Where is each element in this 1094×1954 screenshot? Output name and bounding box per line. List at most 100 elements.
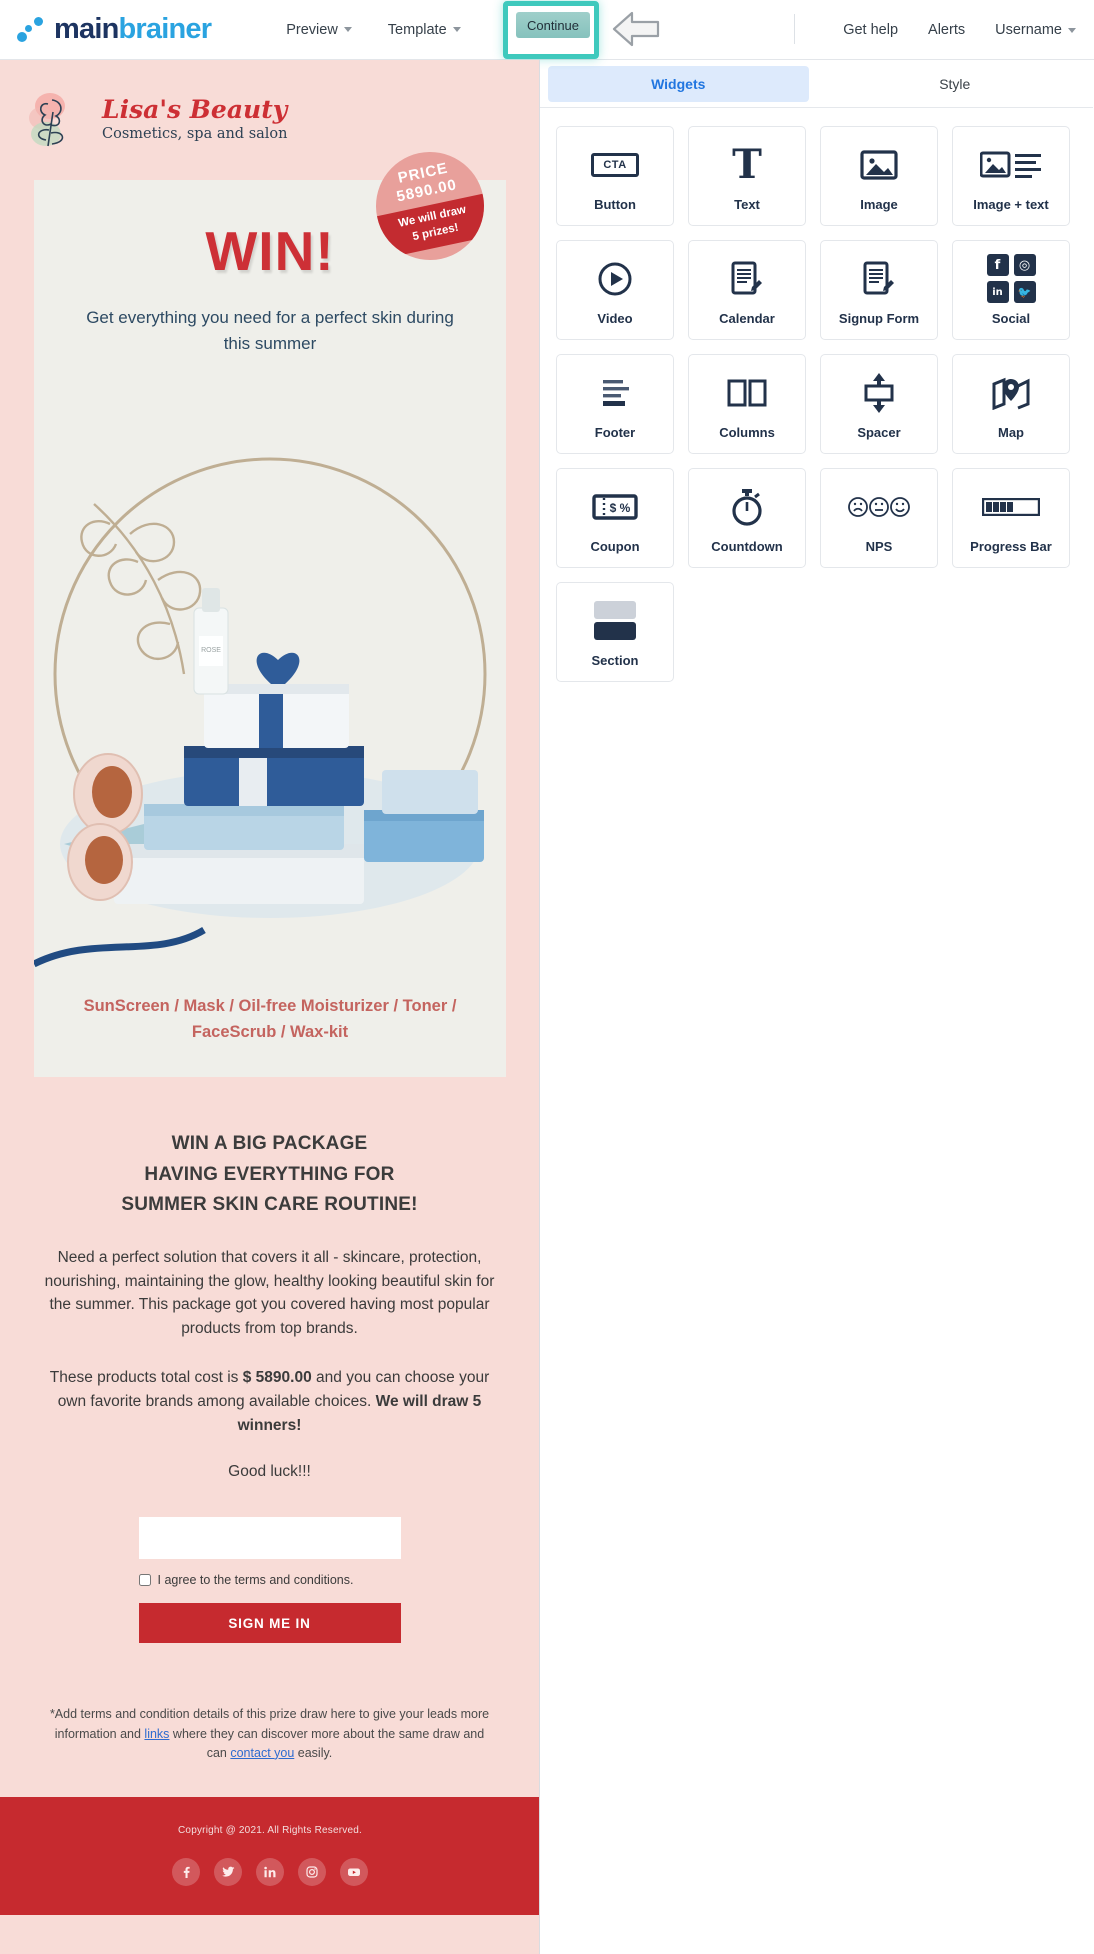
widget-text[interactable]: T Text bbox=[688, 126, 806, 226]
email-input-field[interactable] bbox=[138, 1517, 401, 1560]
linkedin-icon[interactable] bbox=[256, 1858, 284, 1887]
email-preview-canvas[interactable]: Lisa's Beauty Cosmetics, spa and salon P… bbox=[0, 60, 540, 1954]
paragraph-2-price: $ 5890.00 bbox=[242, 1369, 312, 1387]
widget-video-label: Video bbox=[597, 310, 633, 326]
widget-section-label: Section bbox=[591, 652, 639, 668]
email-brand-name: Lisa's Beauty bbox=[102, 94, 288, 124]
coupon-ticket-icon: $ % bbox=[592, 483, 638, 531]
cta-box-icon: CTA bbox=[591, 141, 639, 189]
main-headline: WIN A BIG PACKAGE HAVING EVERYTHING FOR … bbox=[54, 1129, 485, 1220]
svg-text:ROSE: ROSE bbox=[201, 647, 221, 654]
email-logo-block[interactable]: Lisa's Beauty Cosmetics, spa and salon bbox=[0, 60, 539, 170]
widget-image[interactable]: Image bbox=[820, 126, 938, 226]
document-pencil-icon bbox=[729, 255, 765, 303]
paragraph-2-pre: These products total cost is bbox=[49, 1369, 243, 1387]
hero-product-image: ROSE bbox=[34, 374, 506, 984]
widget-image-label: Image bbox=[860, 196, 898, 212]
widget-map[interactable]: Map bbox=[952, 354, 1070, 454]
widget-signup-form-label: Signup Form bbox=[838, 310, 920, 326]
widget-social-label: Social bbox=[991, 310, 1031, 326]
hero-subheadline: Get everything you need for a perfect sk… bbox=[86, 308, 454, 353]
panel-tabs: Widgets Style bbox=[540, 60, 1093, 108]
nav-item-template[interactable]: Template bbox=[388, 22, 461, 38]
product-list-line-2: FaceScrub / Wax-kit bbox=[191, 1022, 349, 1041]
widget-progress-bar-label: Progress Bar bbox=[970, 538, 1052, 554]
widget-nps[interactable]: NPS bbox=[820, 468, 938, 568]
nav-right-group: Get help Alerts Username bbox=[843, 0, 1076, 60]
alerts-link[interactable]: Alerts bbox=[928, 22, 965, 38]
instagram-icon[interactable] bbox=[298, 1858, 326, 1887]
username-menu[interactable]: Username bbox=[995, 22, 1076, 38]
facebook-icon[interactable] bbox=[172, 1858, 200, 1887]
youtube-icon[interactable] bbox=[340, 1858, 368, 1887]
footer-lines-icon bbox=[597, 369, 633, 417]
logo-dots-icon bbox=[16, 15, 50, 45]
terms-agreement-row[interactable]: I agree to the terms and conditions. bbox=[138, 1573, 401, 1588]
widget-footer-label: Footer bbox=[594, 424, 636, 440]
sign-me-in-button[interactable]: SIGN ME IN bbox=[138, 1603, 401, 1644]
email-footer: Copyright @ 2021. All Rights Reserved. bbox=[0, 1797, 539, 1916]
main-headline-line-1: WIN A BIG PACKAGE bbox=[171, 1133, 368, 1155]
widget-spacer-label: Spacer bbox=[857, 424, 901, 440]
terms-checkbox-label: I agree to the terms and conditions. bbox=[157, 1573, 354, 1588]
image-text-icon bbox=[980, 141, 1042, 189]
widget-countdown-label: Countdown bbox=[711, 538, 783, 554]
stopwatch-icon bbox=[730, 483, 764, 531]
get-help-link[interactable]: Get help bbox=[843, 22, 898, 38]
two-columns-icon bbox=[727, 369, 767, 417]
section-blocks-icon bbox=[594, 597, 636, 645]
copyright-text: Copyright @ 2021. All Rights Reserved. bbox=[178, 1825, 362, 1837]
widget-image-text[interactable]: Image + text bbox=[952, 126, 1070, 226]
terms-part-3: easily. bbox=[294, 1745, 333, 1760]
terms-checkbox[interactable] bbox=[138, 1574, 151, 1587]
nav-item-preview-label: Preview bbox=[286, 21, 338, 38]
main-headline-line-2: HAVING EVERYTHING FOR bbox=[144, 1163, 395, 1185]
widget-video[interactable]: Video bbox=[556, 240, 674, 340]
mainbrainer-logo[interactable]: mainbrainer bbox=[16, 13, 213, 46]
brand-name-main: main bbox=[54, 13, 119, 45]
map-pin-icon bbox=[992, 369, 1030, 417]
social-networks-icon: f ◎ in 🐦 bbox=[986, 254, 1036, 303]
social-links-row bbox=[172, 1858, 368, 1887]
signup-form[interactable]: I agree to the terms and conditions. SIG… bbox=[138, 1517, 401, 1644]
widget-button[interactable]: CTA Button bbox=[556, 126, 674, 226]
widget-spacer[interactable]: Spacer bbox=[820, 354, 938, 454]
image-icon bbox=[860, 141, 898, 189]
username-label: Username bbox=[995, 22, 1062, 38]
widget-coupon-label: Coupon bbox=[590, 538, 640, 554]
svg-text:$ %: $ % bbox=[610, 501, 631, 515]
product-list-text: SunScreen / Mask / Oil-free Moisturizer … bbox=[78, 994, 462, 1045]
tab-widgets[interactable]: Widgets bbox=[548, 65, 809, 102]
widget-calendar-label: Calendar bbox=[719, 310, 775, 326]
widget-calendar[interactable]: Calendar bbox=[688, 240, 806, 340]
contact-you-link[interactable]: contact you bbox=[230, 1746, 294, 1760]
nav-item-preview[interactable]: Preview bbox=[286, 22, 352, 38]
widget-signup-form[interactable]: Signup Form bbox=[820, 240, 938, 340]
terms-disclaimer: *Add terms and condition details of this… bbox=[46, 1705, 493, 1763]
widget-footer[interactable]: Footer bbox=[556, 354, 674, 454]
continue-button[interactable]: Continue bbox=[516, 12, 590, 38]
good-luck-text: Good luck!!! bbox=[228, 1463, 311, 1481]
twitter-icon: 🐦 bbox=[1013, 281, 1036, 303]
chevron-down-icon bbox=[343, 27, 352, 32]
twitter-icon[interactable] bbox=[214, 1858, 242, 1887]
widget-social[interactable]: f ◎ in 🐦 Social bbox=[952, 240, 1070, 340]
text-t-icon: T bbox=[732, 140, 762, 188]
brand-name-sub: brainer bbox=[118, 13, 213, 45]
widget-coupon[interactable]: $ % Coupon bbox=[556, 468, 674, 568]
top-navigation-bar: mainbrainer Preview Template Continue Ge… bbox=[0, 0, 1094, 60]
widget-progress-bar[interactable]: Progress Bar bbox=[952, 468, 1070, 568]
chevron-down-icon bbox=[1068, 27, 1076, 33]
hero-card[interactable]: PRICE 5890.00 We will draw 5 prizes! WIN… bbox=[34, 141, 506, 1078]
terms-links-link[interactable]: links bbox=[144, 1727, 169, 1741]
widget-columns[interactable]: Columns bbox=[688, 354, 806, 454]
widgets-panel: Widgets Style CTA Button T Text Image Im… bbox=[540, 60, 1093, 1954]
widget-countdown[interactable]: Countdown bbox=[688, 468, 806, 568]
tab-style[interactable]: Style bbox=[825, 66, 1086, 102]
form-pencil-icon bbox=[861, 255, 897, 303]
linkedin-icon: in bbox=[986, 281, 1009, 303]
facebook-icon: f bbox=[986, 254, 1009, 276]
widget-section[interactable]: Section bbox=[556, 582, 674, 682]
main-headline-line-3: SUMMER SKIN CARE ROUTINE! bbox=[121, 1193, 418, 1215]
nav-center-group: Preview Template bbox=[286, 22, 461, 38]
